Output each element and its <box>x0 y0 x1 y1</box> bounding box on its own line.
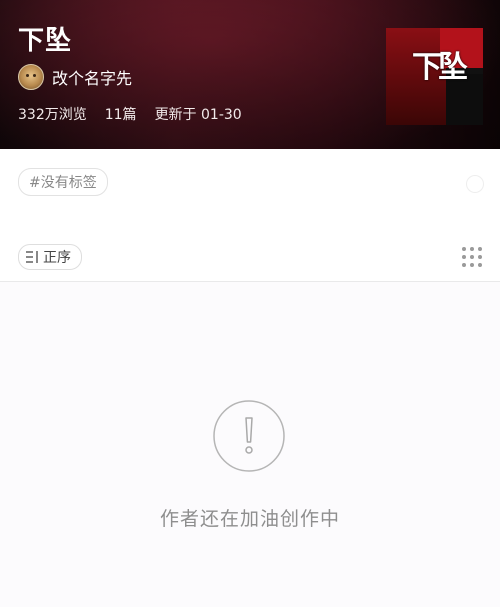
stats-row: 332万浏览 11篇 更新于 01-30 <box>18 104 242 124</box>
avatar[interactable] <box>18 64 44 90</box>
sort-ascending-icon <box>26 251 38 263</box>
sort-bar: 正序 <box>0 229 500 282</box>
sort-order-button[interactable]: 正序 <box>18 244 82 270</box>
chapter-count: 11篇 <box>104 107 137 123</box>
updated-date: 更新于 01-30 <box>154 107 242 123</box>
collection-header: 下坠 改个名字先 332万浏览 11篇 更新于 01-30 下坠 <box>0 0 500 149</box>
sort-label: 正序 <box>43 250 71 266</box>
cover-title-art: 下坠 <box>412 50 468 85</box>
exclamation-circle-icon <box>213 400 285 472</box>
tags-section: #没有标签 <box>0 149 500 229</box>
faint-circle-icon <box>466 175 484 193</box>
collection-title: 下坠 <box>18 26 73 56</box>
author-row[interactable]: 改个名字先 <box>18 64 132 90</box>
author-name[interactable]: 改个名字先 <box>52 65 132 89</box>
empty-message: 作者还在加油创作中 <box>159 508 340 530</box>
grid-dots-icon[interactable] <box>462 247 482 267</box>
empty-state: 作者还在加油创作中 <box>0 282 500 607</box>
views-count: 332万浏览 <box>18 107 87 123</box>
tag-chip[interactable]: #没有标签 <box>18 168 108 196</box>
cover-image[interactable]: 下坠 <box>386 28 483 125</box>
